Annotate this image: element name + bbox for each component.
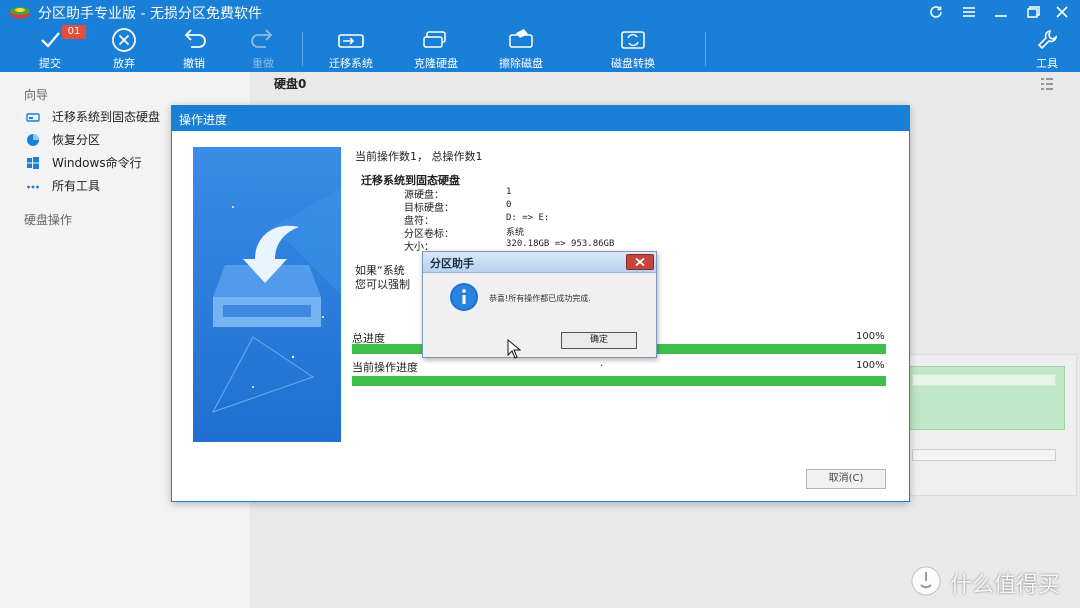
current-progress-label: 当前操作进度 — [352, 361, 418, 374]
current-progress-percent: 100% — [856, 360, 885, 371]
sidebar-item-label: 所有工具 — [52, 179, 101, 193]
tools-label: 工具 — [1036, 57, 1058, 70]
operation-count: 当前操作数1， 总操作数1 — [355, 150, 483, 163]
restore-icon[interactable] — [1019, 2, 1047, 22]
toolbar-divider — [705, 32, 706, 66]
op-detail-value: 系统 — [506, 228, 525, 238]
wizard-heading: 向导 — [24, 88, 49, 102]
dialog-title-bar[interactable]: 操作进度 — [172, 106, 909, 131]
current-progress-fill — [352, 376, 886, 386]
undo-label: 撤销 — [183, 57, 205, 70]
ssd-icon — [26, 113, 40, 122]
pending-ops-badge: 01 — [62, 25, 86, 39]
discard-button[interactable]: 放弃 — [104, 26, 144, 70]
windows-icon — [27, 157, 39, 169]
watermark-logo-icon — [911, 566, 941, 596]
view-list-icon[interactable] — [1040, 77, 1054, 91]
wipe-label: 擦除磁盘 — [499, 57, 543, 70]
convert-disk-icon — [621, 31, 645, 49]
sidebar-item-label: 迁移系统到固态硬盘 — [52, 110, 161, 124]
migrate-system-button[interactable]: 迁移系统 — [322, 26, 380, 70]
info-icon — [450, 283, 478, 311]
op-detail-value: 0 — [506, 200, 512, 210]
undo-button[interactable]: 撤销 — [174, 26, 214, 70]
cancel-button[interactable]: 取消(C) — [806, 469, 886, 489]
redo-label: 重做 — [252, 57, 274, 70]
migrate-disk-icon — [338, 34, 364, 48]
title-bar: 分区助手专业版 - 无损分区免费软件 — [0, 0, 1080, 24]
message-text: 恭喜!所有操作都已成功完成. — [489, 294, 591, 303]
clone-disk-button[interactable]: 克隆硬盘 — [407, 26, 465, 70]
checkmark-icon — [41, 32, 60, 48]
ok-button[interactable]: 确定 — [561, 332, 637, 349]
undo-icon — [184, 29, 206, 48]
clone-label: 克隆硬盘 — [414, 57, 458, 70]
close-icon[interactable] — [1048, 2, 1076, 22]
close-icon[interactable] — [626, 254, 654, 270]
top-bar: 分区助手专业版 - 无损分区免费软件 提交 01 放弃 撤销 重做 迁移系统 克… — [0, 0, 1080, 72]
sidebar-item-label: Windows命令行 — [52, 156, 142, 170]
cancel-circle-icon — [112, 28, 136, 52]
redo-icon — [251, 29, 273, 48]
migration-illustration — [193, 147, 341, 442]
mouse-cursor-icon — [507, 339, 521, 359]
op-detail-value: D: => E: — [506, 213, 550, 223]
note-text: 您可以强制 — [355, 278, 410, 291]
watermark-text: 什么值得买 — [950, 573, 1061, 598]
message-box: 分区助手 恭喜!所有操作都已成功完成. 确定 — [422, 251, 657, 358]
clone-disk-icon — [423, 31, 446, 48]
disk-label: 硬盘0 — [274, 77, 307, 91]
download-disk-icon — [193, 147, 341, 442]
discard-label: 放弃 — [113, 57, 135, 70]
message-box-title-bar[interactable]: 分区助手 — [423, 252, 656, 273]
minimize-icon[interactable] — [987, 2, 1015, 22]
total-progress-percent: 100% — [856, 331, 885, 342]
toolbar-divider — [302, 32, 303, 66]
dialog-title: 操作进度 — [179, 113, 228, 127]
more-icon — [27, 185, 39, 189]
app-logo-icon — [10, 7, 30, 19]
migrate-label: 迁移系统 — [329, 57, 373, 70]
partition-usage-bar — [912, 449, 1056, 461]
partition-usage-bar — [912, 374, 1056, 386]
app-title: 分区助手专业版 - 无损分区免费软件 — [38, 6, 262, 22]
wrench-icon — [1037, 30, 1057, 50]
current-progress-dot: . — [600, 358, 604, 369]
message-box-title: 分区助手 — [430, 257, 474, 270]
eraser-disk-icon — [509, 29, 533, 48]
sidebar-item-label: 恢复分区 — [52, 133, 101, 147]
convert-label: 磁盘转换 — [611, 57, 655, 70]
op-detail-value: 1 — [506, 187, 512, 197]
tools-button[interactable]: 工具 — [1028, 26, 1066, 70]
wipe-disk-button[interactable]: 擦除磁盘 — [492, 26, 550, 70]
commit-label: 提交 — [39, 57, 61, 70]
op-detail-value: 320.18GB => 953.86GB — [506, 239, 615, 249]
refresh-icon[interactable] — [922, 2, 950, 22]
pie-chart-icon — [27, 134, 39, 146]
current-progress-bar — [352, 376, 886, 386]
convert-disk-button[interactable]: 磁盘转换 — [604, 26, 662, 70]
disk-operations-heading: 硬盘操作 — [24, 213, 73, 227]
redo-button[interactable]: 重做 — [243, 26, 283, 70]
menu-icon[interactable] — [955, 2, 983, 22]
